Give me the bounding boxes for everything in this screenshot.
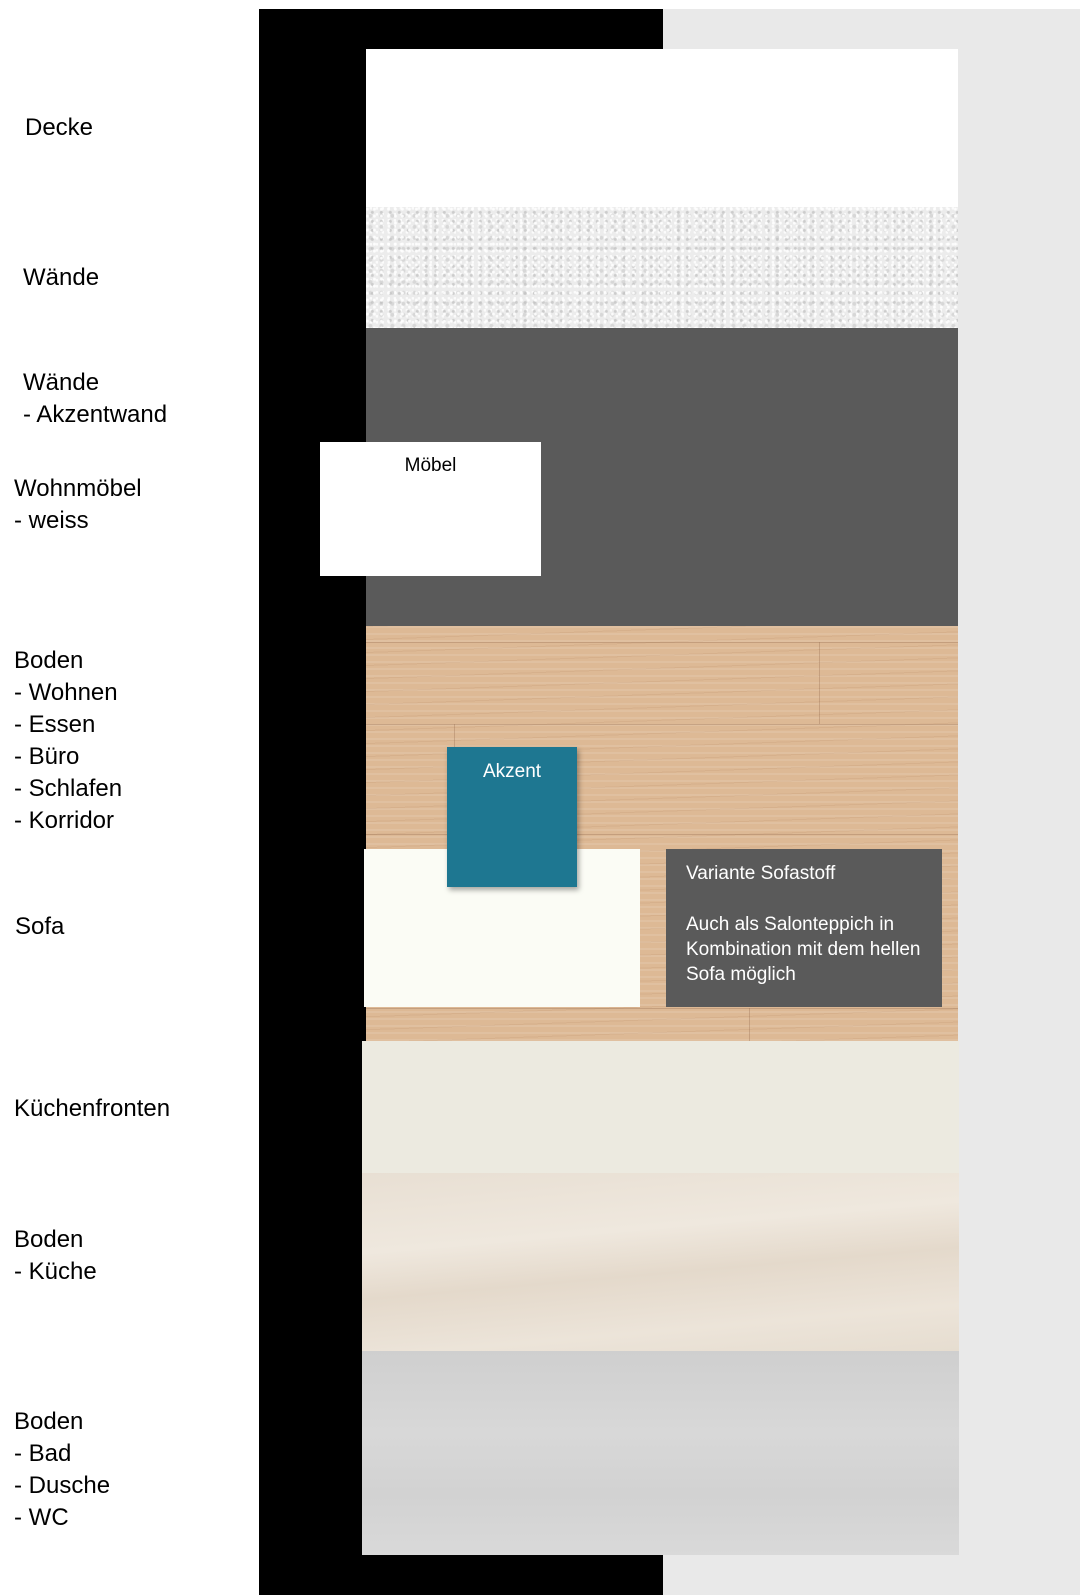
label-waende: Wände [23,264,100,291]
label-kuechenfronten: Küchenfronten [14,1095,171,1122]
swatch-ceiling-white [366,49,958,207]
label-boden-bad: Boden - Bad - Dusche - WC [14,1408,111,1531]
label-wohnmoebel: Wohnmöbel - weiss [14,475,142,534]
swatch-kitchen-front [362,1041,959,1173]
swatch-wall-plaster [366,207,958,328]
swatch-kitchen-floor-stone [362,1173,959,1351]
plank-seam [366,1008,958,1009]
card-akzent-teal: Akzent [447,747,577,887]
card-moebel-label: Möbel [404,455,457,476]
card-moebel: Möbel [320,442,541,576]
plank-seam [366,642,958,643]
card-variante-sofastoff: Variante Sofastoff Auch als Salonteppich… [666,849,942,1007]
label-boden-wohnen: Boden - Wohnen - Essen - Büro - Schlafen… [14,647,123,834]
label-sofa: Sofa [15,913,65,940]
label-boden-kueche: Boden - Küche [14,1226,97,1285]
swatch-bath-floor-tile [362,1351,959,1555]
label-akzentwand: Wände - Akzentwand [23,369,168,428]
card-variante-text: Auch als Salonteppich in Kombination mit… [686,914,921,985]
plank-seam [819,642,820,724]
label-decke: Decke [25,114,94,141]
card-akzent-label: Akzent [482,761,542,782]
card-variante-title: Variante Sofastoff [686,863,836,884]
plank-seam [749,1008,750,1041]
